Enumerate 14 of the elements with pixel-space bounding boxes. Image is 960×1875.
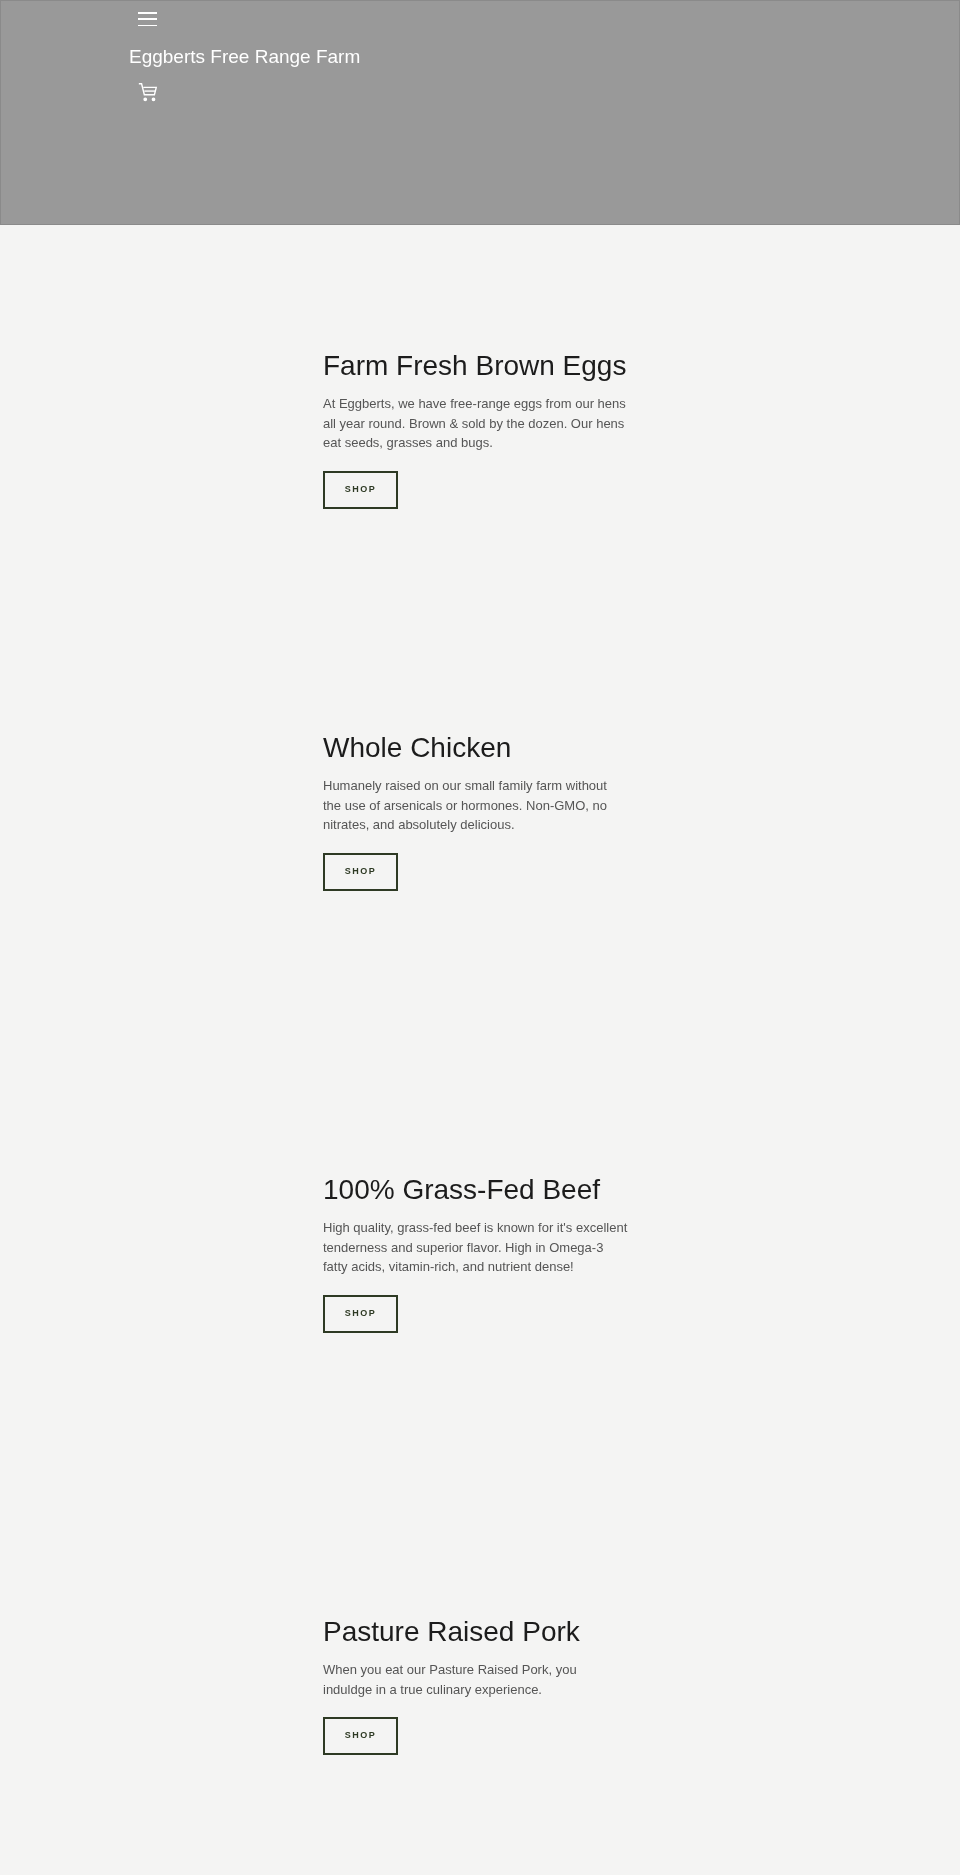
shop-button[interactable]: SHOP [323,470,398,509]
section-description: High quality, grass-fed beef is known for it's excellent tenderness and superior flavor. High in Omega-3 fatty acids, vitamin-rich, and nutrient dense! [323,1219,628,1276]
section-heading: Farm Fresh Brown Eggs [323,349,628,383]
cart-icon[interactable] [137,81,159,103]
shop-button[interactable]: SHOP [323,1294,398,1333]
section-description: Humanely raised on our small family farm without the use of arsenicals or hormones. Non-GMO, no nitrates, and absolutely delicious. [323,777,608,834]
menu-icon[interactable] [138,11,157,27]
section-heading: Whole Chicken [323,731,513,765]
section-description: At Eggberts, we have free-range eggs from our hens all year round. Brown & sold by the dozen. Our hens eat seeds, grasses and bugs. [323,395,627,452]
section-heading: Pasture Raised Pork [323,1615,581,1649]
section-heading: 100% Grass-Fed Beef [323,1173,602,1207]
shop-button[interactable]: SHOP [323,1717,398,1755]
section-description: When you eat our Pasture Raised Pork, you induldge in a true culinary experience. [323,1661,578,1699]
shop-button[interactable]: SHOP [323,852,398,891]
